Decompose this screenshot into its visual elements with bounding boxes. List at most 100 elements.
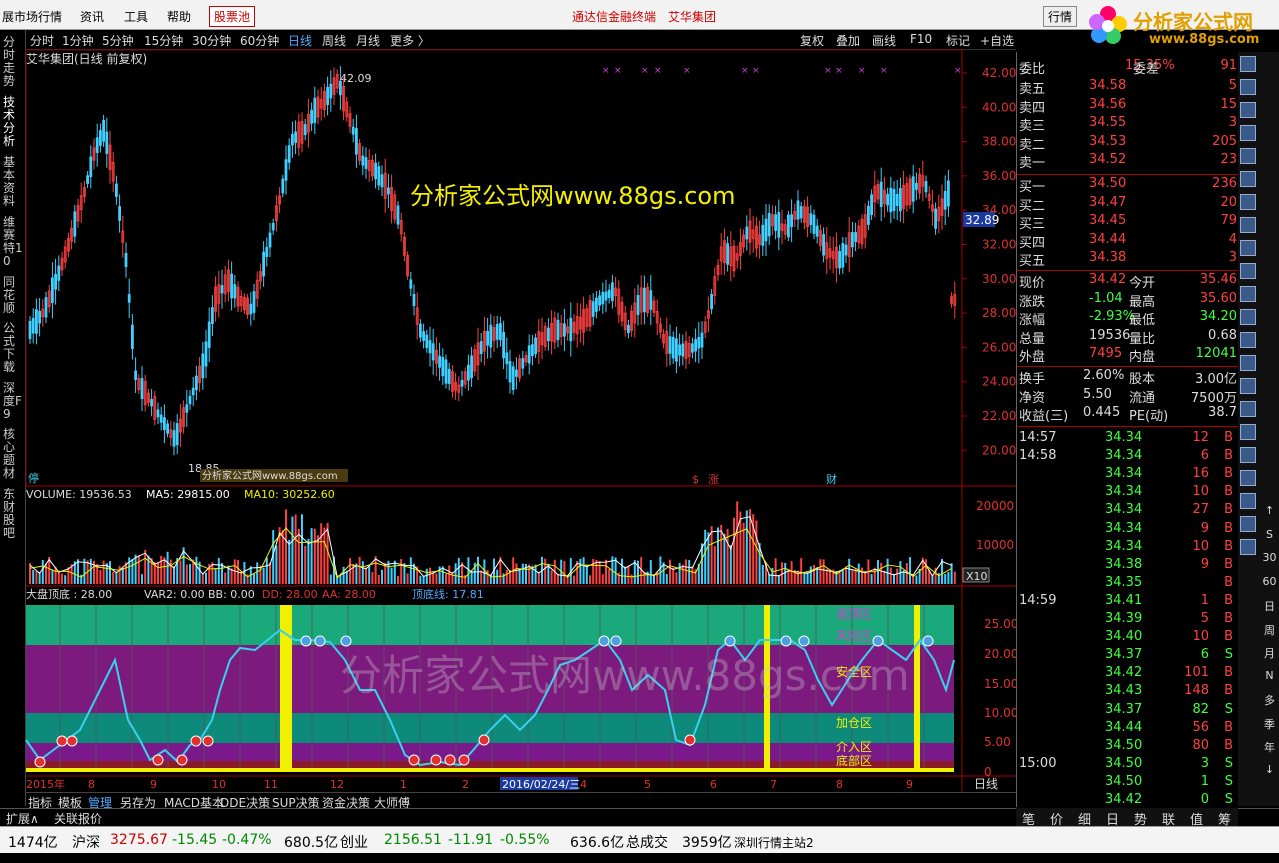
candle [460, 379, 464, 387]
volume-bar [486, 569, 489, 584]
volume-bar [621, 558, 623, 584]
event-marker: × [741, 66, 749, 76]
sell-row: 卖四 34.56 15 [1017, 96, 1239, 116]
volume-bar [358, 556, 361, 584]
status-cy-pct: -0.55% [500, 832, 550, 848]
tool-icon[interactable] [1240, 355, 1256, 371]
candle [425, 334, 429, 349]
tool-icon[interactable] [1240, 125, 1256, 141]
candle [694, 339, 697, 352]
tool-icon[interactable] [1240, 470, 1256, 486]
tool-icon[interactable] [1240, 102, 1256, 118]
volume-bar [595, 559, 598, 584]
tool-icon[interactable] [1240, 401, 1256, 417]
candle [854, 232, 857, 242]
price-tick-label: 20.00 [982, 443, 1016, 457]
tool-icon[interactable] [1240, 424, 1256, 440]
status-sh-amount: 680.5亿 [284, 835, 339, 851]
candle [774, 214, 777, 231]
period-shortcut-0[interactable]: ↑ [1261, 504, 1278, 517]
volume-bar [723, 533, 726, 584]
candle [604, 291, 608, 301]
candle [124, 253, 128, 267]
period-label: 日线 [974, 777, 998, 791]
quote-button[interactable]: 行情 [1043, 6, 1078, 27]
tick-row: 34.44 56 B [1017, 720, 1239, 738]
volume-bar [297, 528, 300, 584]
ind-tick-label: 15.00 [984, 677, 1016, 691]
sell-row-cell: 15 [1220, 96, 1237, 112]
tool-icon[interactable] [1240, 263, 1256, 279]
tool-icon[interactable] [1240, 240, 1256, 256]
candle [191, 387, 195, 396]
stat-row: 涨跌 -1.04 最高 35.60 [1017, 291, 1239, 310]
tick-row: 34.38 9 B [1017, 557, 1239, 575]
volume-bar [630, 574, 633, 584]
volume-bar [134, 554, 137, 584]
tool-icon[interactable] [1240, 56, 1256, 72]
candle [204, 341, 208, 367]
volume-bar [685, 559, 687, 584]
tick-row: 34.34 10 B [1017, 484, 1239, 502]
volume-bar [397, 575, 399, 584]
period-shortcut-1[interactable]: S [1261, 528, 1278, 541]
tick-row-cell: 6 [1200, 448, 1209, 464]
period-shortcut-5[interactable]: 周 [1261, 622, 1278, 638]
tool-icon[interactable] [1240, 171, 1256, 187]
volume-bar [329, 574, 332, 584]
period-shortcut-10[interactable]: 年 [1261, 739, 1278, 755]
period-shortcut-11[interactable]: ↓ [1261, 763, 1278, 776]
sell-row-cell: 卖五 [1019, 82, 1046, 97]
volume-bar [598, 560, 601, 584]
volume-bar [573, 575, 575, 584]
tool-icon[interactable] [1240, 539, 1256, 555]
period-shortcut-6[interactable]: 月 [1261, 645, 1278, 661]
tool-icon[interactable] [1240, 447, 1256, 463]
right-tools[interactable] [1238, 52, 1260, 806]
volume-bar [262, 567, 265, 584]
candle [611, 282, 614, 302]
period-shortcut-3[interactable]: 60 [1261, 575, 1278, 588]
volume-bar [592, 558, 595, 584]
tool-icon[interactable] [1240, 378, 1256, 394]
tool-icon[interactable] [1240, 217, 1256, 233]
period-shortcut-8[interactable]: 多 [1261, 692, 1278, 708]
candle [879, 181, 883, 207]
tool-icon[interactable] [1240, 194, 1256, 210]
tick-row-cell: 16 [1192, 466, 1209, 482]
tick-row: 34.34 16 B [1017, 466, 1239, 484]
candle [310, 109, 314, 124]
tool-icon[interactable] [1240, 493, 1256, 509]
volume-bar [320, 523, 323, 584]
period-shortcut-4[interactable]: 日 [1261, 598, 1278, 614]
volume-bar [781, 562, 783, 584]
candle [710, 294, 713, 310]
volume-bar [707, 532, 710, 584]
sell-row: 卖一 34.52 23 [1017, 152, 1239, 171]
price-tick-label: 28.00 [982, 306, 1016, 320]
candle [799, 206, 803, 219]
period-shortcut-2[interactable]: 30 [1261, 551, 1278, 564]
expand-button[interactable]: 扩展∧ [6, 810, 39, 827]
candle [57, 265, 61, 281]
period-shortcut-7[interactable]: N [1261, 669, 1278, 682]
tool-icon[interactable] [1240, 286, 1256, 302]
volume-bar [944, 574, 947, 584]
candle [777, 212, 781, 238]
tool-icon[interactable] [1240, 309, 1256, 325]
volume-bar [838, 572, 841, 584]
tick-row-cell: 56 [1192, 719, 1209, 735]
tool-icon[interactable] [1240, 148, 1256, 164]
volume-bar [563, 560, 566, 584]
quote-divider [1017, 366, 1239, 367]
tool-icon[interactable] [1240, 79, 1256, 95]
tool-icon[interactable] [1240, 332, 1256, 348]
tool-icon[interactable] [1240, 516, 1256, 532]
tick-row-cell: 34.34 [1105, 430, 1143, 445]
candle [172, 430, 176, 447]
volume-bar [717, 527, 719, 584]
linked-quote-button[interactable]: 关联报价 [54, 810, 102, 827]
high-label: 42.09 [340, 72, 372, 85]
volume-bar [678, 563, 681, 584]
period-shortcut-9[interactable]: 季 [1261, 716, 1278, 732]
